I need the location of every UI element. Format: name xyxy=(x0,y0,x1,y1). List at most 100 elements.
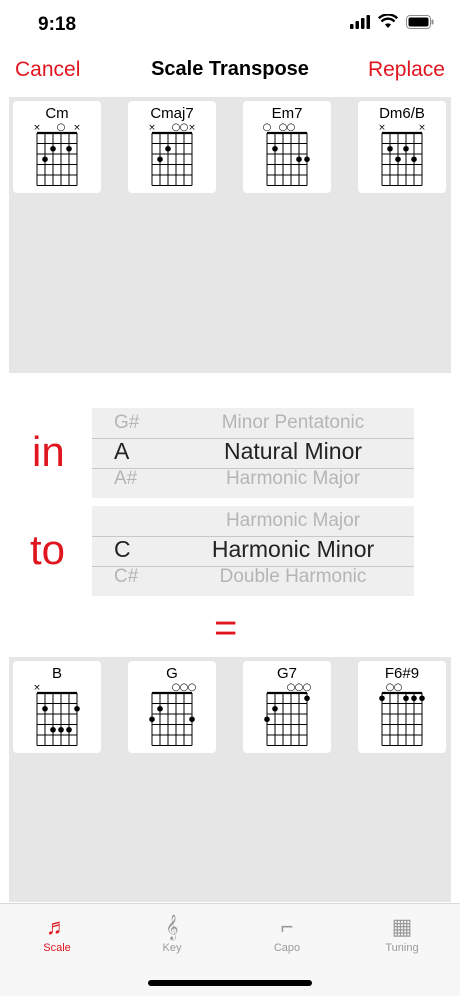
replace-button[interactable]: Replace xyxy=(368,58,445,82)
chord-card[interactable]: F6#9 ○ ○ xyxy=(358,661,446,753)
signal-icon xyxy=(350,14,370,29)
chord-card[interactable]: G ○ ○ ○ xyxy=(128,661,216,753)
finger-dot xyxy=(411,156,417,163)
muted-string-marker: × xyxy=(33,683,41,693)
source-key-scale-picker[interactable]: G# Minor Pentatonic A Natural Minor A# H… xyxy=(92,408,414,498)
finger-dot xyxy=(42,156,48,163)
finger-dot xyxy=(379,695,385,702)
finger-dot xyxy=(157,156,163,163)
muted-string-marker: × xyxy=(188,123,196,133)
tab-label: Key xyxy=(162,942,182,954)
status-time: 9:18 xyxy=(38,14,77,35)
muted-string-marker: × xyxy=(148,123,156,133)
tab-capo[interactable]: ⌐ Capo xyxy=(247,912,327,954)
picker-row-selected[interactable]: C Harmonic Minor xyxy=(92,536,414,564)
picker-row-above[interactable]: G# Minor Pentatonic xyxy=(92,412,414,440)
finger-dot xyxy=(50,145,56,152)
picker-scale: Harmonic Major xyxy=(225,468,361,489)
tab-label: Tuning xyxy=(385,942,419,954)
finger-dot xyxy=(66,145,72,152)
open-string-marker: ○ xyxy=(180,122,189,133)
picker-scale: Natural Minor xyxy=(223,438,363,464)
capo-icon: ⌐ xyxy=(280,914,294,939)
status-bar: 9:18 xyxy=(0,0,460,48)
picker-row-below[interactable]: A# Harmonic Major xyxy=(92,468,414,496)
tuning-peg-icon: ▦ xyxy=(391,914,413,939)
muted-string-marker: × xyxy=(418,123,426,133)
tab-tuning[interactable]: ▦ Tuning xyxy=(362,912,442,954)
open-string-marker: ○ xyxy=(57,122,66,133)
finger-dot xyxy=(66,726,72,733)
picker-note: A# xyxy=(114,468,138,489)
picker-scale: Harmonic Minor xyxy=(211,536,375,562)
finger-dot xyxy=(296,156,302,163)
chord-card[interactable]: Cm × ○ × xyxy=(13,101,101,193)
finger-dot xyxy=(403,145,409,152)
finger-dot xyxy=(387,145,393,152)
music-notes-icon: ♬ xyxy=(46,914,68,939)
equals-sign: = xyxy=(214,606,238,650)
finger-dot xyxy=(189,716,195,723)
picker-row-selected[interactable]: A Natural Minor xyxy=(92,438,414,466)
muted-string-marker: × xyxy=(73,123,81,133)
picker-scale: Double Harmonic xyxy=(219,566,367,587)
finger-dot xyxy=(304,695,310,702)
chord-diagram: ○ ○ xyxy=(379,682,425,746)
finger-dot xyxy=(74,705,80,712)
finger-dot xyxy=(419,695,425,702)
finger-dot xyxy=(165,145,171,152)
picker-note: C xyxy=(114,536,131,562)
chord-card[interactable]: Cmaj7 × ○ ○ × xyxy=(128,101,216,193)
status-icons xyxy=(350,14,434,29)
chord-card[interactable]: B × xyxy=(13,661,101,753)
chord-diagram: × xyxy=(33,683,80,746)
finger-dot xyxy=(264,716,270,723)
open-string-marker: ○ xyxy=(287,122,296,133)
picker-note: A xyxy=(114,438,130,464)
chord-diagram: ○ ○ ○ xyxy=(263,122,310,186)
to-label: to xyxy=(30,526,66,573)
open-string-marker: ○ xyxy=(188,682,197,693)
finger-dot xyxy=(149,716,155,723)
picker-note: G# xyxy=(114,412,140,433)
open-string-marker: ○ xyxy=(263,122,272,133)
tab-label: Capo xyxy=(273,942,301,954)
chord-diagram: × × xyxy=(378,123,426,186)
chord-diagram: × ○ ○ × xyxy=(148,122,196,186)
chord-card[interactable]: G7 ○ ○ ○ xyxy=(243,661,331,753)
finger-dot xyxy=(304,156,310,163)
result-chords-panel: B × G ○ ○ ○ G7 ○ ○ ○ F6#9 ○ ○ xyxy=(9,657,451,902)
finger-dot xyxy=(42,705,48,712)
target-key-scale-picker[interactable]: Harmonic Major C Harmonic Minor C# Doubl… xyxy=(92,506,414,596)
chord-card[interactable]: Dm6/B × × xyxy=(358,101,446,193)
treble-clef-icon: 𝄞 xyxy=(165,914,179,939)
chord-card[interactable]: Em7 ○ ○ ○ xyxy=(243,101,331,193)
finger-dot xyxy=(403,695,409,702)
wifi-icon xyxy=(378,14,398,28)
picker-scale: Harmonic Major xyxy=(225,510,361,531)
tab-scale[interactable]: ♬ Scale xyxy=(17,912,97,954)
chord-diagram: × ○ × xyxy=(33,122,81,186)
finger-dot xyxy=(272,145,278,152)
navigation-bar: Cancel Scale Transpose Replace xyxy=(0,50,460,90)
source-chords-panel: Cm × ○ × Cmaj7 × ○ ○ × Em7 ○ ○ ○ Dm6/B × × xyxy=(9,97,451,373)
picker-row-above[interactable]: Harmonic Major xyxy=(92,510,414,538)
in-label: in xyxy=(32,428,65,475)
open-string-marker: ○ xyxy=(394,682,403,693)
muted-string-marker: × xyxy=(33,123,41,133)
picker-note: C# xyxy=(114,566,139,587)
muted-string-marker: × xyxy=(378,123,386,133)
battery-icon xyxy=(406,14,434,29)
tab-key[interactable]: 𝄞 Key xyxy=(132,912,212,954)
picker-row-below[interactable]: C# Double Harmonic xyxy=(92,566,414,594)
finger-dot xyxy=(395,156,401,163)
finger-dot xyxy=(58,726,64,733)
home-indicator xyxy=(148,980,312,986)
finger-dot xyxy=(272,705,278,712)
chord-diagram: ○ ○ ○ xyxy=(264,682,312,746)
chord-diagram: ○ ○ ○ xyxy=(149,682,197,746)
open-string-marker: ○ xyxy=(303,682,312,693)
finger-dot xyxy=(157,705,163,712)
finger-dot xyxy=(411,695,417,702)
tab-label: Scale xyxy=(43,942,71,954)
